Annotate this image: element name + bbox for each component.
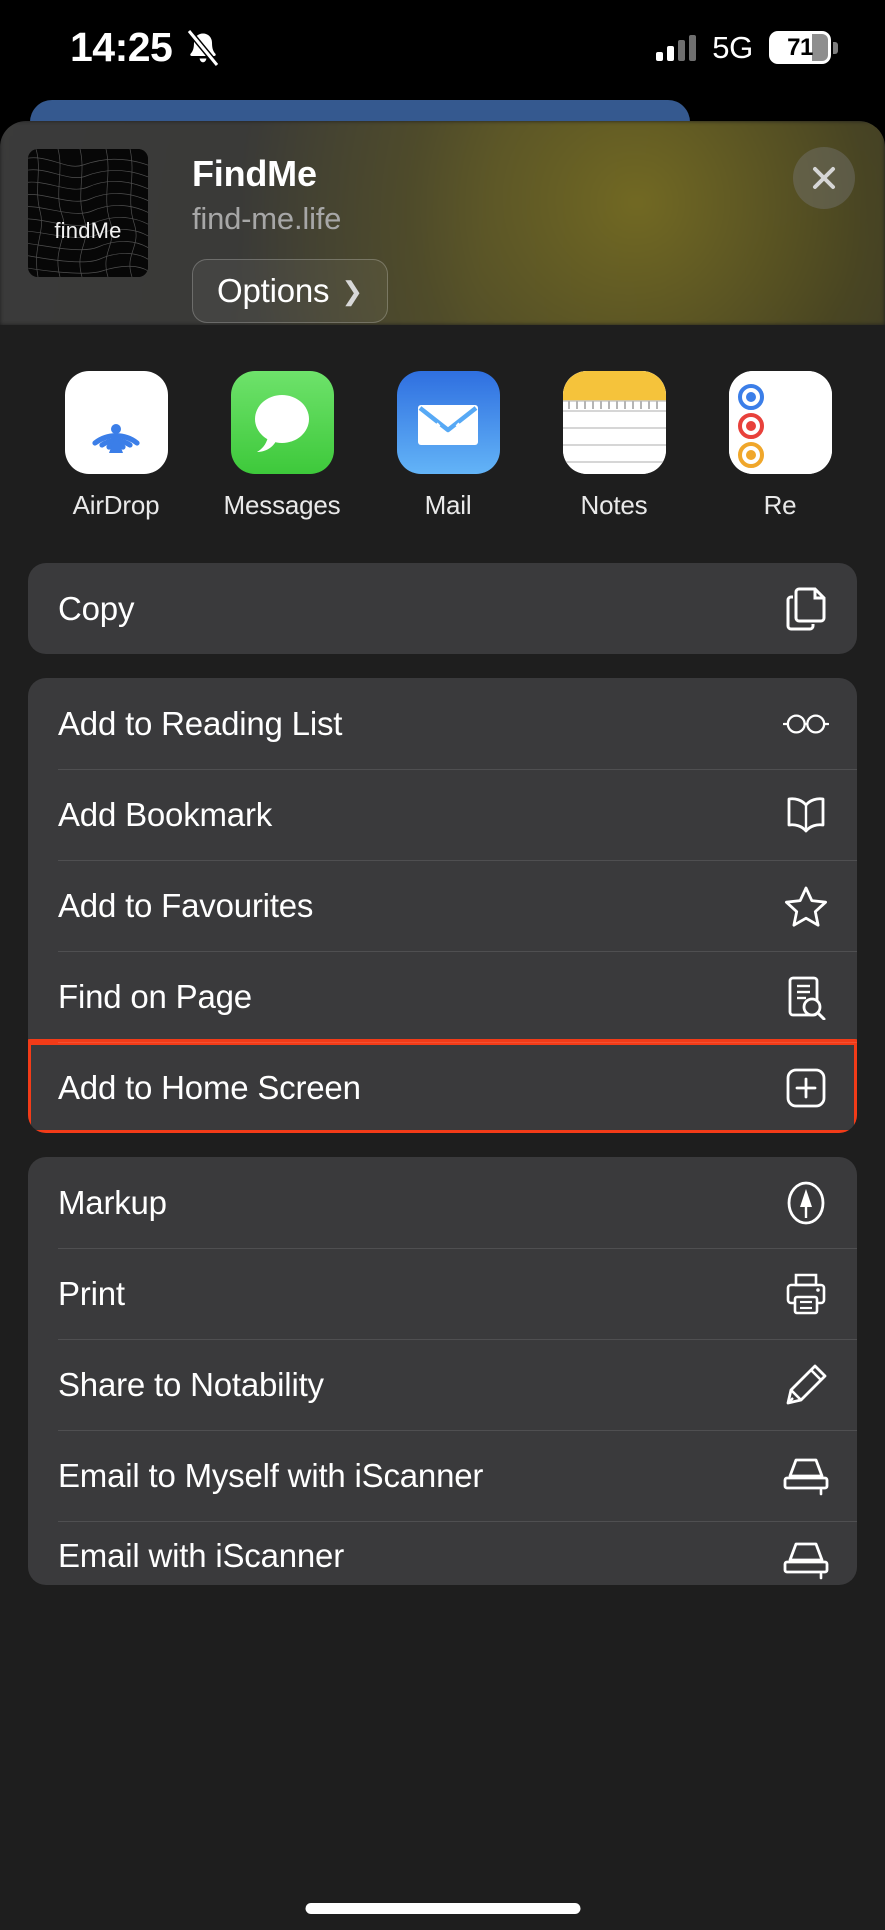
status-bar: 14:25 5G 71 <box>0 0 885 95</box>
share-target-label: Re <box>763 490 797 520</box>
share-sheet: findMe FindMe find-me.life Options ❯ Air… <box>0 121 885 1930</box>
chevron-right-icon: ❯ <box>341 276 364 306</box>
find-page-icon <box>783 974 829 1020</box>
action-label: Print <box>58 1274 125 1312</box>
pencil-icon <box>783 1362 829 1408</box>
action-group: Copy <box>28 563 857 654</box>
share-target-label: Mail <box>424 490 472 520</box>
battery-percent-label: 71 <box>787 33 813 61</box>
page-thumbnail: findMe <box>28 149 148 277</box>
printer-icon <box>783 1271 829 1317</box>
action-row-email-to-myself-with-iscanner[interactable]: Email to Myself with iScanner <box>28 1430 857 1521</box>
notes-icon <box>562 371 666 474</box>
home-indicator[interactable] <box>305 1903 580 1914</box>
share-target-notes[interactable]: Notes <box>531 371 697 521</box>
status-bar-left: 14:25 <box>70 24 220 71</box>
page-title: FindMe <box>192 153 317 194</box>
action-groups: Copy Add to Reading List Add Bookmark Ad… <box>0 521 885 1585</box>
action-label: Add to Favourites <box>58 886 314 924</box>
star-icon <box>783 883 829 929</box>
action-label: Find on Page <box>58 977 252 1015</box>
action-label: Email with iScanner <box>58 1537 344 1574</box>
action-row-add-to-reading-list[interactable]: Add to Reading List <box>28 678 857 769</box>
share-target-label: Messages <box>223 490 341 520</box>
share-target-mail[interactable]: Mail <box>365 371 531 521</box>
scanner-icon <box>783 1537 829 1583</box>
action-row-share-to-notability[interactable]: Share to Notability <box>28 1339 857 1430</box>
iphone-screen: 14:25 5G 71 findMe FindMe find-me.life O… <box>0 0 885 1930</box>
action-row-markup[interactable]: Markup <box>28 1157 857 1248</box>
action-row-copy[interactable]: Copy <box>28 563 857 654</box>
action-label: Email to Myself with iScanner <box>58 1456 484 1494</box>
messages-icon <box>230 371 334 474</box>
plus-square-icon <box>783 1065 829 1111</box>
action-row-add-to-home-screen[interactable]: Add to Home Screen <box>28 1039 857 1133</box>
bell-slash-icon <box>186 28 220 67</box>
action-label: Add Bookmark <box>58 795 273 833</box>
share-target-messages[interactable]: Messages <box>199 371 365 521</box>
mail-icon <box>396 371 500 474</box>
action-group: Add to Reading List Add Bookmark Add to … <box>28 678 857 1133</box>
close-button[interactable] <box>793 147 855 209</box>
share-target-reminders[interactable]: Re <box>697 371 863 521</box>
scanner-icon <box>783 1453 829 1499</box>
cellular-signal-icon <box>656 34 697 61</box>
page-domain: find-me.life <box>192 201 342 236</box>
markup-icon <box>783 1180 829 1226</box>
share-target-label: Notes <box>580 490 648 520</box>
share-target-airdrop[interactable]: AirDrop <box>33 371 199 521</box>
battery-indicator: 71 <box>769 31 838 64</box>
action-row-add-bookmark[interactable]: Add Bookmark <box>28 769 857 860</box>
clock: 14:25 <box>70 24 173 70</box>
action-label: Add to Reading List <box>58 704 343 742</box>
network-type-label: 5G <box>712 29 753 65</box>
share-target-label: AirDrop <box>72 490 160 520</box>
reminders-icon <box>728 371 832 474</box>
action-label: Add to Home Screen <box>58 1068 361 1106</box>
action-label: Copy <box>58 589 135 627</box>
action-row-add-to-favourites[interactable]: Add to Favourites <box>28 860 857 951</box>
glasses-icon <box>783 701 829 747</box>
header-text-block: FindMe find-me.life Options ❯ <box>192 149 885 323</box>
action-row-print[interactable]: Print <box>28 1248 857 1339</box>
copy-icon <box>783 586 829 632</box>
share-targets-row[interactable]: AirDrop Messages Mail Notes Re <box>0 325 885 521</box>
options-label: Options <box>217 272 330 309</box>
close-icon <box>813 167 835 189</box>
thumbnail-label: findMe <box>54 218 122 243</box>
options-button[interactable]: Options ❯ <box>192 259 389 323</box>
action-label: Share to Notability <box>58 1365 324 1403</box>
airdrop-icon <box>64 371 168 474</box>
share-sheet-header: findMe FindMe find-me.life Options ❯ <box>0 121 885 325</box>
action-label: Markup <box>58 1183 167 1221</box>
status-bar-right: 5G 71 <box>656 29 838 66</box>
action-group: Markup Print Share to Notability Email t… <box>28 1157 857 1585</box>
book-icon <box>783 792 829 838</box>
action-row-find-on-page[interactable]: Find on Page <box>28 951 857 1042</box>
action-row-email-with-iscanner[interactable]: Email with iScanner <box>28 1521 857 1585</box>
